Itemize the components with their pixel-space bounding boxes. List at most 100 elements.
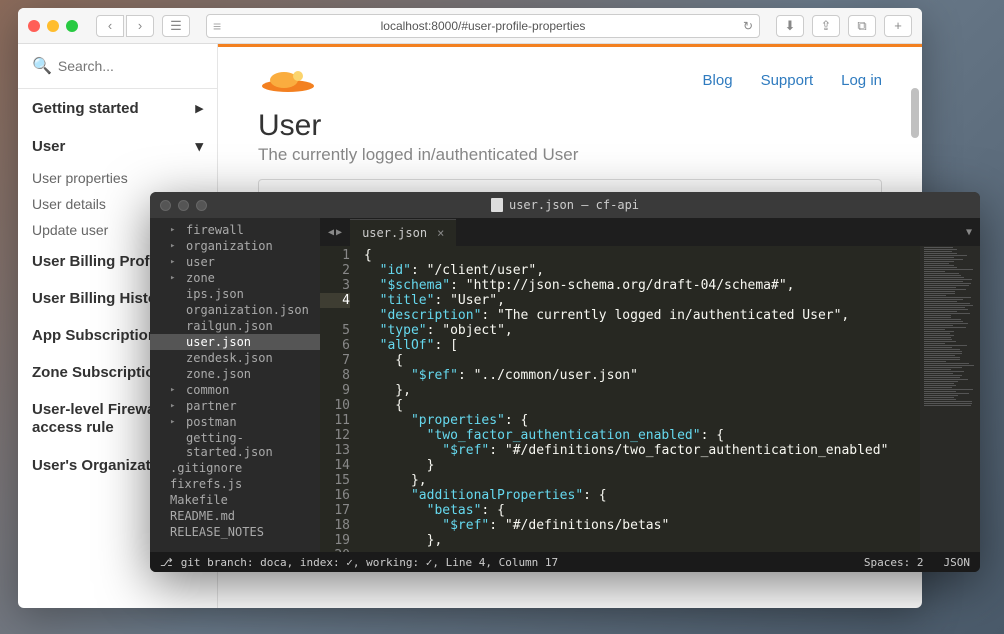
tree-item-label: fixrefs.js	[170, 477, 242, 491]
editor-traffic-lights	[160, 200, 207, 211]
minimize-window-icon[interactable]	[47, 20, 59, 32]
tab-prev-icon[interactable]: ◀	[328, 227, 334, 238]
tree-item-label: organization.json	[186, 303, 309, 317]
nav-support[interactable]: Support	[761, 72, 814, 89]
sidebar-item-user[interactable]: User ▾	[18, 127, 217, 165]
search-input[interactable]	[58, 58, 203, 74]
folder-collapsed-icon: ▸	[170, 225, 180, 235]
search-box: 🔍	[18, 56, 217, 89]
tree-item-partner[interactable]: ▸ partner	[150, 398, 320, 414]
minimap[interactable]	[920, 246, 980, 552]
share-icon[interactable]: ⇪	[812, 15, 840, 37]
code-area[interactable]: 1234567891011121314151617181920 { "id": …	[320, 246, 980, 552]
tree-item-postman[interactable]: ▸ postman	[150, 414, 320, 430]
nav-login[interactable]: Log in	[841, 72, 882, 89]
reload-icon[interactable]: ↻	[743, 19, 753, 33]
tree-item-organization[interactable]: ▸ organization	[150, 238, 320, 254]
tree-item-label: zone	[186, 271, 215, 285]
sidebar-item-getting-started[interactable]: Getting started ▸	[18, 89, 217, 127]
file-icon	[491, 198, 503, 212]
downloads-icon[interactable]: ⬇	[776, 15, 804, 37]
tree-item-label: partner	[186, 399, 237, 413]
folder-collapsed-icon: ▸	[170, 417, 180, 427]
tab-bar: ◀ ▶ user.json × ▼	[320, 218, 980, 246]
tree-item-label: zone.json	[186, 367, 251, 381]
tab-user-json[interactable]: user.json ×	[350, 219, 456, 246]
tree-item-organization-json[interactable]: organization.json	[150, 302, 320, 318]
tree-item-label: .gitignore	[170, 461, 242, 475]
new-tab-button[interactable]: +	[884, 15, 912, 37]
sublime-window: user.json — cf-api ▸firewall▸organizatio…	[150, 192, 980, 572]
file-tree: ▸firewall▸organization▸user▸zoneips.json…	[150, 218, 320, 552]
cloudflare-logo-icon	[258, 64, 318, 94]
tree-item-makefile[interactable]: Makefile	[150, 492, 320, 508]
tree-item--gitignore[interactable]: .gitignore	[150, 460, 320, 476]
nav-buttons: ‹ ›	[96, 15, 154, 37]
line-gutter: 1234567891011121314151617181920	[320, 246, 358, 552]
browser-titlebar: ‹ › ☰ ≡ localhost:8000/#user-profile-pro…	[18, 8, 922, 44]
tree-item-user-json[interactable]: user.json	[150, 334, 320, 350]
status-git-icon: ⎇	[160, 556, 173, 569]
page-title: User	[258, 109, 882, 143]
tree-item-label: common	[186, 383, 229, 397]
sidebar-label: User	[32, 138, 65, 155]
url-text: localhost:8000/#user-profile-properties	[381, 19, 586, 33]
address-bar[interactable]: ≡ localhost:8000/#user-profile-propertie…	[206, 14, 760, 38]
close-tab-icon[interactable]: ×	[437, 226, 444, 240]
folder-collapsed-icon: ▸	[170, 401, 180, 411]
tab-label: user.json	[362, 226, 427, 240]
editor-body: ▸firewall▸organization▸user▸zoneips.json…	[150, 218, 980, 552]
forward-button[interactable]: ›	[126, 15, 154, 37]
tree-item-label: postman	[186, 415, 237, 429]
tree-item-release-notes[interactable]: RELEASE_NOTES	[150, 524, 320, 540]
folder-collapsed-icon: ▸	[170, 257, 180, 267]
tabs-icon[interactable]: ⧉	[848, 15, 876, 37]
close-window-icon[interactable]	[160, 200, 171, 211]
tree-item-ips-json[interactable]: ips.json	[150, 286, 320, 302]
tree-item-label: ips.json	[186, 287, 244, 301]
tab-dropdown-icon[interactable]: ▼	[966, 227, 972, 238]
status-spaces[interactable]: Spaces: 2	[864, 556, 924, 569]
tree-item-zone[interactable]: ▸zone	[150, 270, 320, 286]
folder-collapsed-icon: ▸	[170, 241, 180, 251]
tree-item-zone-json[interactable]: zone.json	[150, 366, 320, 382]
tree-item-firewall[interactable]: ▸ firewall	[150, 222, 320, 238]
sidebar-sub-user-properties[interactable]: User properties	[18, 165, 217, 191]
zoom-window-icon[interactable]	[196, 200, 207, 211]
traffic-lights	[28, 20, 78, 32]
code-text[interactable]: { "id": "/client/user", "$schema": "http…	[358, 246, 920, 552]
editor-main: ◀ ▶ user.json × ▼ 1234567891011121314151…	[320, 218, 980, 552]
tab-next-icon[interactable]: ▶	[336, 227, 342, 238]
chevron-right-icon: ▸	[195, 99, 203, 117]
tree-item-label: Makefile	[170, 493, 228, 507]
tree-item-label: README.md	[170, 509, 235, 523]
sidebar-toggle-button[interactable]: ☰	[162, 15, 190, 37]
search-icon: 🔍	[32, 56, 52, 76]
tree-item-railgun-json[interactable]: railgun.json	[150, 318, 320, 334]
status-left: git branch: doca, index: ✓, working: ✓, …	[181, 556, 559, 569]
tree-item-label: firewall	[186, 223, 244, 237]
tree-item-common[interactable]: ▸ common	[150, 382, 320, 398]
tree-item-label: railgun.json	[186, 319, 273, 333]
reader-icon[interactable]: ≡	[213, 18, 221, 34]
status-lang[interactable]: JSON	[944, 556, 971, 569]
sidebar-label: Getting started	[32, 100, 139, 117]
nav-blog[interactable]: Blog	[703, 72, 733, 89]
tree-item-label: zendesk.json	[186, 351, 273, 365]
tree-item-user[interactable]: ▸user	[150, 254, 320, 270]
tab-nav: ◀ ▶	[320, 227, 350, 238]
zoom-window-icon[interactable]	[66, 20, 78, 32]
tree-item-label: getting-started.json	[186, 431, 314, 459]
close-window-icon[interactable]	[28, 20, 40, 32]
folder-collapsed-icon: ▸	[170, 385, 180, 395]
back-button[interactable]: ‹	[96, 15, 124, 37]
tree-item-zendesk-json[interactable]: zendesk.json	[150, 350, 320, 366]
top-nav: Blog Support Log in	[703, 72, 882, 89]
page-subtitle: The currently logged in/authenticated Us…	[258, 145, 882, 165]
minimize-window-icon[interactable]	[178, 200, 189, 211]
tree-item-getting-started-json[interactable]: getting-started.json	[150, 430, 320, 460]
tree-item-readme-md[interactable]: README.md	[150, 508, 320, 524]
tree-item-label: organization	[186, 239, 273, 253]
tree-item-fixrefs-js[interactable]: fixrefs.js	[150, 476, 320, 492]
chevron-down-icon: ▾	[195, 137, 203, 155]
